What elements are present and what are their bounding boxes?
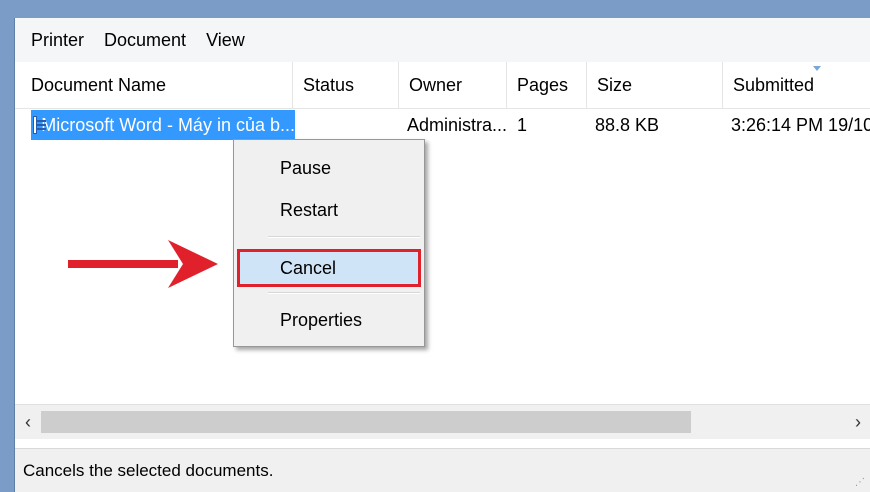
menu-document[interactable]: Document	[104, 30, 186, 51]
status-bar: Cancels the selected documents. ⋰	[15, 448, 870, 492]
col-document-name[interactable]: Document Name	[21, 62, 293, 108]
menu-item-cancel[interactable]: Cancel	[237, 249, 421, 287]
col-pages[interactable]: Pages	[507, 62, 587, 108]
horizontal-scrollbar[interactable]: ‹ ›	[15, 404, 870, 439]
cell-size: 88.8 KB	[595, 114, 660, 135]
cell-pages: 1	[517, 114, 528, 135]
menu-item-pause[interactable]: Pause	[238, 152, 420, 184]
menu-separator	[268, 236, 420, 238]
status-text: Cancels the selected documents.	[23, 461, 274, 480]
table-row[interactable]: Microsoft Word - Máy in của b... Adminis…	[15, 110, 870, 140]
cell-document-name[interactable]: Microsoft Word - Máy in của b...	[31, 110, 295, 140]
annotation-arrow-icon	[68, 240, 218, 288]
scroll-left-button[interactable]: ‹	[15, 405, 41, 439]
scroll-right-button[interactable]: ›	[845, 405, 870, 439]
column-header: Document Name Status Owner Pages Size Su…	[15, 62, 870, 109]
menubar: Printer Document View	[15, 18, 870, 62]
document-name-text: Microsoft Word - Máy in của b...	[41, 114, 295, 135]
col-owner[interactable]: Owner	[399, 62, 507, 108]
document-icon	[33, 116, 47, 134]
col-status[interactable]: Status	[293, 62, 399, 108]
scrollbar-thumb[interactable]	[41, 411, 691, 433]
col-size[interactable]: Size	[587, 62, 723, 108]
cell-submitted: 3:26:14 PM 19/10/19	[731, 114, 870, 135]
menu-item-properties[interactable]: Properties	[238, 304, 420, 336]
menu-item-restart[interactable]: Restart	[238, 194, 420, 226]
context-menu: Pause Restart Cancel Properties	[233, 139, 425, 347]
sort-arrow-icon	[813, 66, 821, 71]
cell-owner: Administra...	[407, 114, 508, 135]
col-submitted[interactable]: Submitted	[723, 62, 870, 108]
menu-printer[interactable]: Printer	[31, 30, 84, 51]
resize-grip-icon[interactable]: ⋰	[855, 477, 867, 489]
menu-view[interactable]: View	[206, 30, 245, 51]
menu-separator	[268, 292, 420, 294]
